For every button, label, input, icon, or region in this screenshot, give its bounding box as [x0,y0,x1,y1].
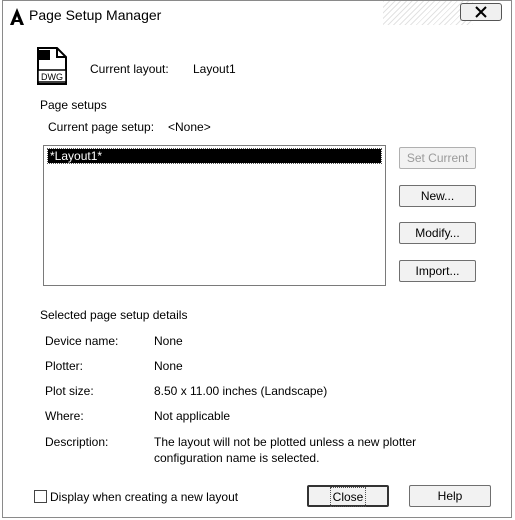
where-label: Where: [45,409,84,423]
help-button[interactable]: Help [409,485,491,507]
device-name-value: None [154,334,183,348]
title-bar: Page Setup Manager [3,1,511,31]
new-button[interactable]: New... [399,185,476,207]
help-button-label: Help [437,489,463,503]
page-setups-list[interactable]: *Layout1* [43,145,386,286]
autocad-a-icon [10,8,24,25]
close-button[interactable]: Close [307,485,389,507]
device-name-label: Device name: [45,334,119,348]
close-icon [475,6,487,18]
close-window-button[interactable] [460,3,502,21]
dwg-file-icon: DWG [37,47,67,85]
close-button-label: Close [329,487,367,507]
set-current-button-label: Set Current [406,151,469,165]
new-button-label: New... [420,189,455,203]
plotter-label: Plotter: [45,359,84,373]
details-group-label: Selected page setup details [40,308,188,322]
description-value-line2: configuration name is selected. [154,451,320,465]
plot-size-value: 8.50 x 11.00 inches (Landscape) [154,384,328,398]
import-button[interactable]: Import... [399,260,476,282]
plot-size-label: Plot size: [45,384,94,398]
page-setups-group-label: Page setups [40,98,107,112]
where-value: Not applicable [154,409,231,423]
display-new-layout-checkbox[interactable] [34,490,47,503]
plotter-value: None [154,359,183,373]
display-new-layout-label[interactable]: Display when creating a new layout [50,490,238,504]
page-setup-manager-dialog: Page Setup Manager DWG Current layout: L… [2,0,512,518]
description-label: Description: [45,435,109,449]
dialog-content: DWG Current layout: Layout1 Page setups … [16,32,498,511]
current-page-setup-value: <None> [168,120,211,134]
list-item[interactable]: *Layout1* [47,148,382,164]
svg-text:DWG: DWG [41,72,63,82]
modify-button[interactable]: Modify... [399,222,476,244]
description-value-line1: The layout will not be plotted unless a … [154,435,417,449]
current-page-setup-label: Current page setup: [48,120,155,134]
import-button-label: Import... [415,264,460,278]
window-title: Page Setup Manager [29,7,162,23]
modify-button-label: Modify... [415,226,460,240]
current-layout-value: Layout1 [193,62,236,76]
set-current-button[interactable]: Set Current [399,147,476,169]
current-layout-label: Current layout: [90,62,169,76]
